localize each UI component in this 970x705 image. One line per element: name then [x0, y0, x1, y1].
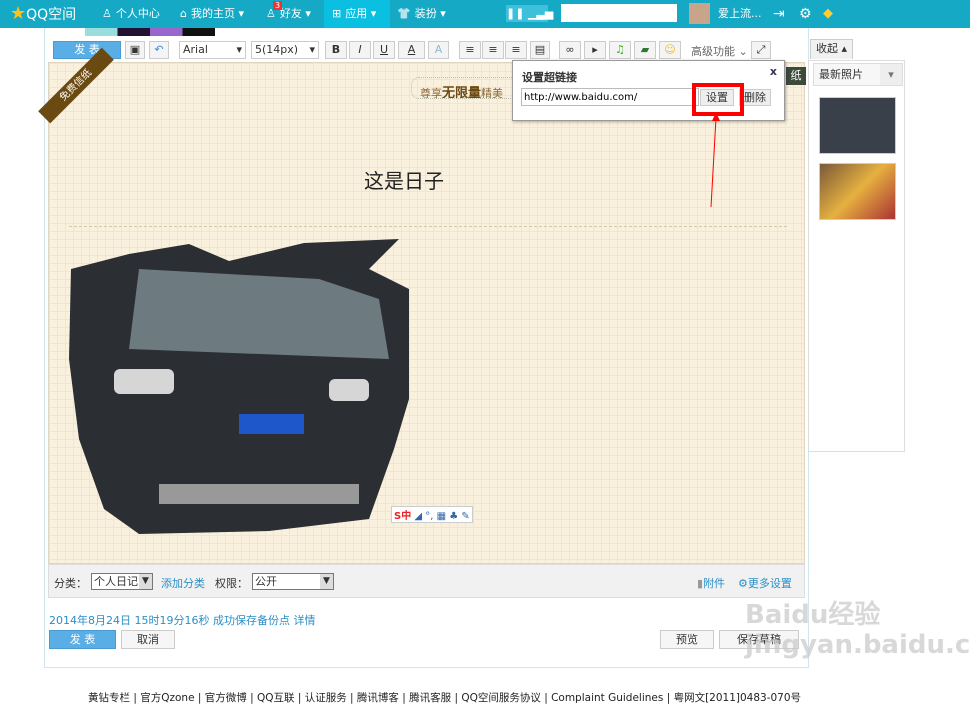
fullscreen-icon[interactable]: ⤢ [751, 41, 771, 59]
dialog-title: 设置超链接 [522, 71, 577, 84]
diamond-icon[interactable]: ◆ [823, 0, 833, 28]
add-category-link[interactable]: 添加分类 [161, 575, 205, 591]
music-player-controls[interactable]: ❚❚ ▁▃▅ [506, 5, 553, 22]
more-settings-link[interactable]: ⚙更多设置 [738, 575, 792, 591]
ime-toolbar[interactable]: S中 ◢ °, ▦ ♣ ✎ [391, 506, 473, 523]
emoji-icon[interactable]: ☺ [659, 41, 681, 59]
photo-thumbnail[interactable] [819, 163, 896, 220]
category-label: 分类： [54, 577, 87, 590]
highlight-icon[interactable]: A [428, 41, 449, 59]
italic-button[interactable]: I [349, 41, 371, 59]
pause-icon[interactable]: ❚❚ [506, 7, 524, 20]
apps-grid-icon: ⊞ [332, 7, 342, 20]
car-bumper [159, 484, 359, 504]
tail-light-right [329, 379, 369, 401]
url-input[interactable] [521, 88, 699, 106]
top-nav-bar: ★QQ空间 ♙ 个人中心 ⌂ 我的主页 ▾ ♙ 3 好友 ▾ ⊞ 应用 ▾ 👕 装扮 ▾ ❚… [0, 0, 970, 28]
stationery-tag[interactable]: 纸 [786, 67, 806, 85]
stationery-thumbnails[interactable] [85, 28, 215, 36]
editor-content-area[interactable]: 免费信纸 尊享无限量精美 纸 这是日子 S中 ◢ °, ▦ ♣ ✎ [38, 47, 806, 564]
chevron-down-icon: ▼ [320, 574, 333, 589]
photo-sidebar: 最新照片 ▾ [808, 60, 905, 452]
close-icon[interactable]: x [770, 65, 777, 78]
format-icon[interactable]: ▤ [530, 41, 550, 59]
video-icon[interactable]: ▸ [584, 41, 606, 59]
chevron-down-icon: ▾ [236, 43, 242, 56]
diary-title: 这是日子 [364, 169, 444, 193]
baidu-watermark: Baidu经验 jingyan.baidu.com [745, 600, 970, 660]
avatar[interactable] [689, 3, 710, 24]
photo-thumbnail[interactable] [819, 97, 896, 154]
attachment-link[interactable]: ▮附件 [697, 575, 725, 591]
footer-links[interactable]: 黄钻专栏 | 官方Qzone | 官方微博 | QQ互联 | 认证服务 | 腾讯… [88, 690, 801, 705]
latest-photos-tab[interactable]: 最新照片 ▾ [813, 63, 903, 86]
tail-light-left [114, 369, 174, 394]
annotation-arrow [710, 112, 720, 208]
gear-icon: ⚙ [738, 577, 748, 590]
logout-icon[interactable]: ⇥ [773, 0, 785, 28]
permission-select[interactable]: 公开 ▼ [252, 573, 334, 590]
username-link[interactable]: 爱上流... [718, 0, 762, 28]
license-plate [239, 414, 304, 434]
post-options-bar: 分类： 个人日记 ▼ 添加分类 权限： 公开 ▼ ▮附件 ⚙更多设置 [48, 564, 805, 598]
autosave-status: 2014年8月24日 15时19分16秒 成功保存备份点 详情 [49, 614, 316, 627]
advanced-features-menu[interactable]: 高级功能 ⌄ [691, 43, 748, 59]
publish-button[interactable]: 发 表 [49, 630, 116, 649]
category-select[interactable]: 个人日记 ▼ [91, 573, 153, 590]
tshirt-icon: 👕 [397, 7, 411, 20]
cancel-button[interactable]: 取消 [121, 630, 175, 649]
font-family-select[interactable]: Arial ▾ [179, 41, 246, 59]
gear-icon[interactable]: ⚙ [799, 0, 812, 28]
link-icon[interactable]: ∞ [559, 41, 581, 59]
signal-icon: ▁▃▅ [527, 7, 554, 20]
chevron-down-icon[interactable]: ▾ [880, 64, 902, 85]
preview-button[interactable]: 预览 [660, 630, 714, 649]
nav-dress-up[interactable]: 👕 装扮 ▾ [397, 0, 446, 28]
bold-button[interactable]: B [325, 41, 347, 59]
star-icon: ★ [10, 3, 27, 24]
font-size-select[interactable]: 5(14px) ▾ [251, 41, 319, 59]
permission-label: 权限： [215, 577, 248, 590]
font-color-button[interactable]: A [398, 41, 425, 59]
music-icon[interactable]: ♫ [609, 41, 631, 59]
qzone-logo[interactable]: ★QQ空间 [10, 0, 76, 28]
chevron-down-icon: ▼ [139, 574, 152, 589]
align-left-icon[interactable]: ≡ [459, 41, 481, 59]
underline-button[interactable]: U [373, 41, 395, 59]
undo-icon[interactable]: ↶ [149, 41, 169, 59]
chevron-down-icon: ▾ [309, 43, 315, 56]
car-photo[interactable] [69, 239, 419, 537]
align-right-icon[interactable]: ≡ [505, 41, 527, 59]
collapse-sidebar-button[interactable]: 收起 ▴ [810, 39, 853, 59]
detail-link[interactable]: 详情 [294, 614, 316, 627]
hyperlink-dialog: 设置超链接 x 设置 删除 [512, 60, 785, 121]
friends-badge: 3 [273, 1, 283, 10]
nav-personal-center[interactable]: ♙ 个人中心 [102, 0, 160, 28]
user-icon: ♙ [102, 7, 112, 20]
image-icon[interactable]: ▰ [634, 41, 656, 59]
save-icon[interactable]: ▣ [125, 41, 145, 59]
search-input[interactable] [561, 4, 677, 22]
home-icon: ⌂ [180, 7, 187, 20]
nav-friends[interactable]: ♙ 3 好友 ▾ [266, 0, 311, 28]
nav-apps[interactable]: ⊞ 应用 ▾ [324, 0, 390, 28]
title-divider [69, 226, 787, 227]
nav-my-home[interactable]: ⌂ 我的主页 ▾ [180, 0, 244, 28]
align-center-icon[interactable]: ≡ [482, 41, 504, 59]
